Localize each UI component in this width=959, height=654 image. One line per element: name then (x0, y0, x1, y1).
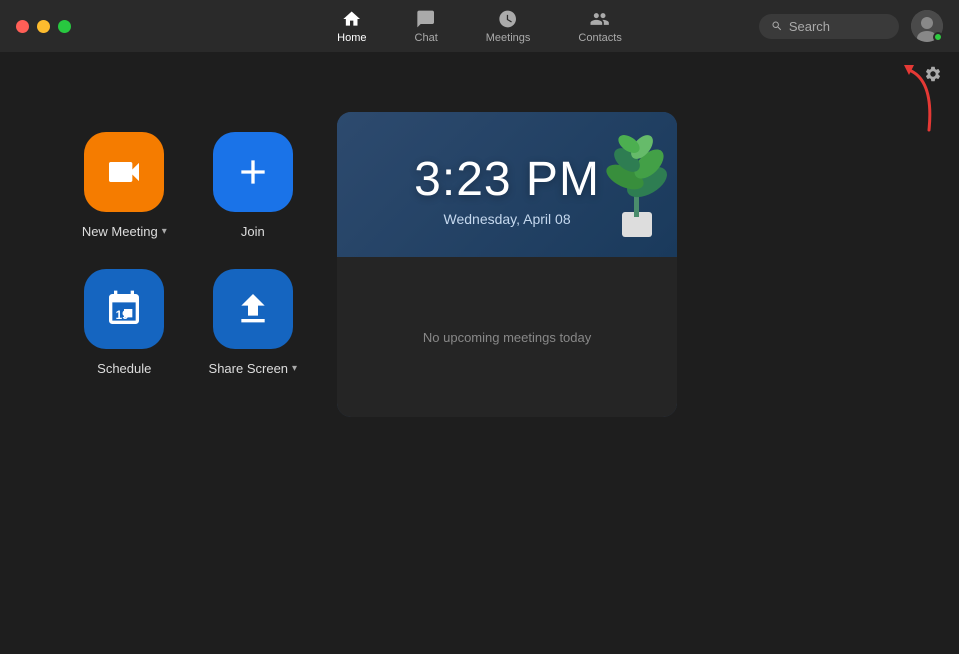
share-screen-item[interactable]: Share Screen ▾ (209, 269, 298, 376)
tab-meetings[interactable]: Meetings (466, 5, 551, 48)
clock-widget: 3:23 PM Wednesday, April 08 No upcoming … (337, 112, 677, 417)
join-label: Join (241, 224, 265, 239)
tab-home[interactable]: Home (317, 5, 386, 48)
share-screen-label: Share Screen ▾ (209, 361, 298, 376)
new-meeting-item[interactable]: New Meeting ▾ (80, 132, 169, 239)
nav-tabs: Home Chat Meetings Contacts (317, 5, 642, 48)
minimize-button[interactable] (37, 20, 50, 33)
settings-button[interactable] (921, 62, 945, 86)
clock-time: 3:23 PM (414, 152, 600, 207)
chat-icon (416, 9, 436, 29)
right-panel: 3:23 PM Wednesday, April 08 No upcoming … (337, 112, 879, 417)
schedule-label: Schedule (97, 361, 151, 376)
traffic-lights (16, 20, 71, 33)
share-screen-chevron: ▾ (292, 363, 297, 374)
tab-chat[interactable]: Chat (395, 5, 458, 48)
join-item[interactable]: Join (209, 132, 298, 239)
close-button[interactable] (16, 20, 29, 33)
tab-chat-label: Chat (415, 32, 438, 44)
svg-text:19: 19 (116, 309, 129, 322)
plant-decoration (597, 112, 677, 242)
titlebar: Home Chat Meetings Contacts (0, 0, 959, 52)
tab-contacts[interactable]: Contacts (558, 5, 641, 48)
share-screen-button[interactable] (213, 269, 293, 349)
search-icon (771, 19, 783, 33)
nav-right (759, 10, 943, 42)
maximize-button[interactable] (58, 20, 71, 33)
meetings-icon (498, 9, 518, 29)
online-badge (933, 32, 943, 42)
home-icon (342, 9, 362, 29)
search-input[interactable] (789, 19, 887, 34)
new-meeting-label: New Meeting ▾ (82, 224, 167, 239)
schedule-item[interactable]: 19 Schedule (80, 269, 169, 376)
schedule-button[interactable]: 19 (84, 269, 164, 349)
tab-home-label: Home (337, 32, 366, 44)
tab-meetings-label: Meetings (486, 32, 531, 44)
search-bar[interactable] (759, 14, 899, 39)
contacts-icon (590, 9, 610, 29)
avatar-container[interactable] (911, 10, 943, 42)
join-button[interactable] (213, 132, 293, 212)
share-icon (233, 289, 273, 329)
camera-icon (104, 152, 144, 192)
clock-area: 3:23 PM Wednesday, April 08 (337, 112, 677, 257)
tab-contacts-label: Contacts (578, 32, 621, 44)
new-meeting-button[interactable] (84, 132, 164, 212)
main-content: New Meeting ▾ Join 19 (0, 52, 959, 654)
meetings-area: No upcoming meetings today (337, 257, 677, 417)
new-meeting-chevron: ▾ (162, 226, 167, 237)
clock-date: Wednesday, April 08 (444, 211, 571, 227)
gear-icon (924, 65, 942, 83)
action-grid: New Meeting ▾ Join 19 (80, 132, 297, 376)
no-meetings-text: No upcoming meetings today (423, 330, 591, 345)
plus-icon (233, 152, 273, 192)
calendar-icon: 19 (104, 289, 144, 329)
